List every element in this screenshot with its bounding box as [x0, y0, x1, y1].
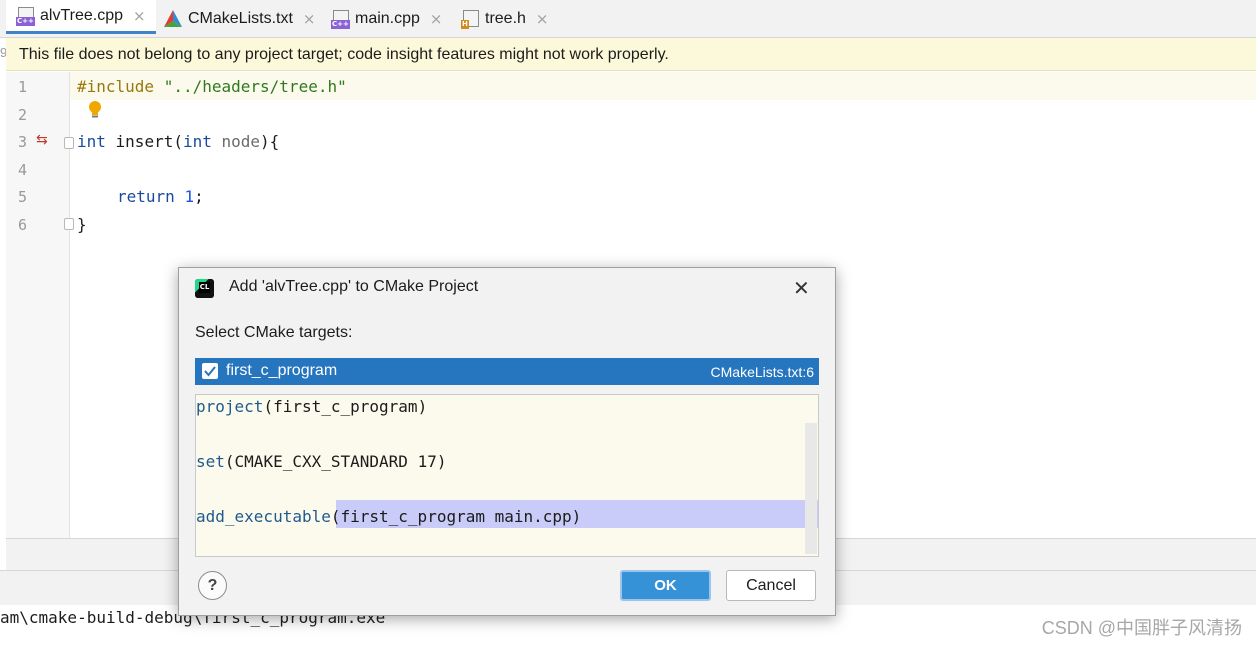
- line-number: 4: [18, 161, 28, 179]
- close-icon[interactable]: ×: [303, 10, 316, 28]
- select-targets-label: Select CMake targets:: [195, 324, 353, 341]
- help-button[interactable]: ?: [198, 571, 227, 600]
- preview-line: project(first_c_program): [196, 397, 428, 416]
- close-icon[interactable]: ×: [430, 10, 443, 28]
- editor-tab-bar: C++ alvTree.cpp × CMakeLists.txt × C++ m…: [0, 0, 1256, 38]
- watermark: CSDN @中国胖子风清扬: [1041, 618, 1242, 638]
- tab-main-cpp[interactable]: C++ main.cpp ×: [331, 0, 443, 37]
- preview-line: set(CMAKE_CXX_STANDARD 17): [196, 452, 447, 471]
- tab-label: CMakeLists.txt: [188, 9, 293, 27]
- cancel-button[interactable]: Cancel: [726, 570, 816, 601]
- target-source: CMakeLists.txt:6: [710, 364, 814, 380]
- cpp-file-icon: C++: [331, 10, 350, 29]
- close-icon[interactable]: ✕: [793, 276, 810, 300]
- line-number: 6: [18, 216, 28, 234]
- target-name: first_c_program: [226, 362, 338, 379]
- add-to-cmake-dialog: CL Add 'alvTree.cpp' to CMake Project ✕ …: [178, 267, 836, 616]
- clion-logo-icon: CL: [195, 279, 214, 298]
- line-number: 2: [18, 106, 28, 124]
- tab-label: alvTree.cpp: [40, 6, 123, 24]
- preview-scrollbar[interactable]: [805, 423, 817, 554]
- line-number: 3: [18, 133, 28, 151]
- close-icon[interactable]: ×: [133, 7, 146, 25]
- header-file-icon: H: [461, 10, 479, 29]
- code-line-6[interactable]: }: [77, 215, 87, 234]
- project-warning-banner: This file does not belong to any project…: [6, 38, 1256, 71]
- ok-button[interactable]: OK: [620, 570, 711, 601]
- tab-cmakelists[interactable]: CMakeLists.txt ×: [164, 0, 316, 37]
- tab-tree-h[interactable]: H tree.h ×: [461, 0, 549, 37]
- code-line-3[interactable]: int insert(int node){: [77, 132, 279, 151]
- tab-label: main.cpp: [355, 9, 420, 27]
- dialog-title: Add 'alvTree.cpp' to CMake Project: [229, 278, 479, 295]
- lightbulb-icon[interactable]: [88, 101, 102, 119]
- code-line-1[interactable]: #include "../headers/tree.h": [77, 77, 347, 96]
- tab-alvtree-cpp[interactable]: C++ alvTree.cpp ×: [6, 0, 156, 34]
- tab-label: tree.h: [485, 9, 526, 27]
- target-checkbox[interactable]: [202, 363, 218, 379]
- cmake-target-row[interactable]: first_c_program CMakeLists.txt:6: [195, 358, 819, 385]
- line-number: 5: [18, 188, 28, 206]
- code-line-5[interactable]: return 1;: [117, 187, 204, 206]
- checkmark-icon: [204, 366, 216, 377]
- cpp-file-icon: C++: [16, 7, 35, 26]
- line-number: 1: [18, 78, 28, 96]
- fold-marker-icon[interactable]: [64, 137, 74, 149]
- banner-text: This file does not belong to any project…: [19, 46, 669, 63]
- fold-marker-icon[interactable]: [64, 218, 74, 230]
- cmake-icon: [164, 9, 182, 28]
- cmake-preview-pane: project(first_c_program) set(CMAKE_CXX_S…: [195, 394, 819, 557]
- implementation-gutter-icon[interactable]: ⇆: [36, 132, 48, 148]
- preview-line: add_executable(first_c_program main.cpp): [196, 507, 582, 526]
- close-icon[interactable]: ×: [536, 10, 549, 28]
